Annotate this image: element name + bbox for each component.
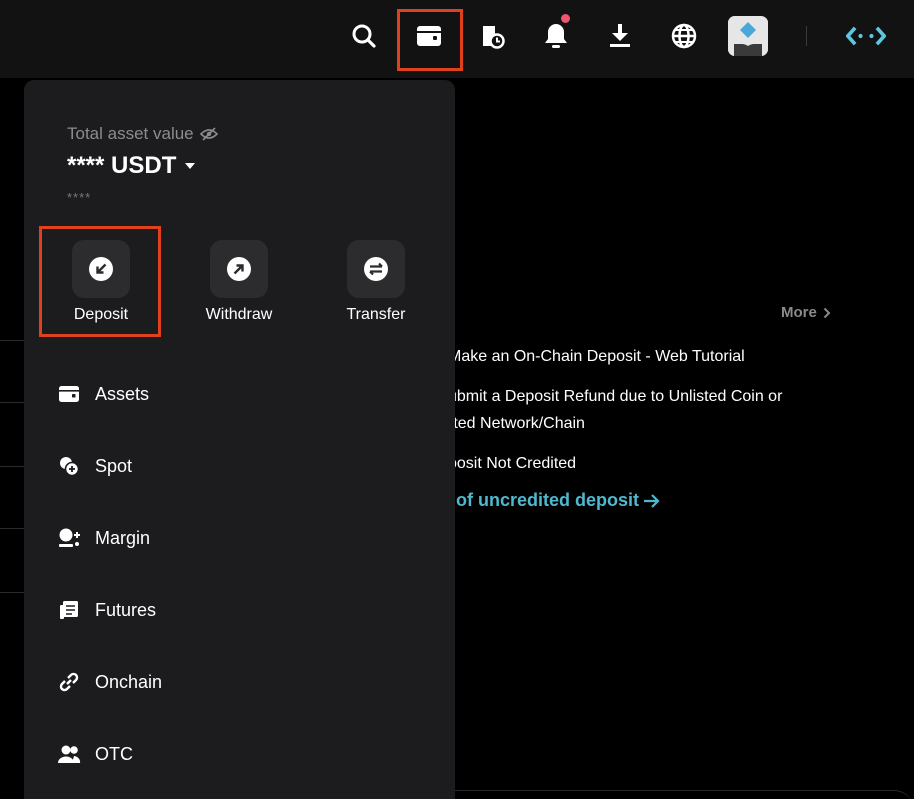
topbar-divider [806,26,807,46]
menu-label: Assets [95,383,150,404]
otc-icon [57,742,81,766]
futures-icon [57,598,81,622]
more-label: More [781,304,817,321]
menu-item-futures[interactable]: Futures [57,595,156,625]
deposit-label: Deposit [73,306,129,323]
menu-label: Onchain [95,671,163,692]
withdraw-label: Withdraw [205,306,273,323]
order-history-icon[interactable] [472,14,512,58]
asset-sub-value: **** [67,190,92,205]
total-asset-label-row: Total asset value [67,124,218,144]
margin-icon [57,526,81,550]
deposit-icon-button[interactable] [72,240,130,298]
transfer-icon-button[interactable] [347,240,405,298]
wallet-icon[interactable] [409,14,449,58]
more-link[interactable]: More [781,304,831,321]
chevron-right-icon [823,307,831,318]
transfer-button[interactable]: Transfer [316,240,436,324]
search-icon[interactable] [344,14,384,58]
bell-icon[interactable] [536,14,576,58]
menu-item-assets[interactable]: Assets [57,379,149,409]
wallet-icon [57,382,81,406]
eye-off-icon[interactable] [199,127,218,141]
uncredited-deposit-label: of uncredited deposit [456,490,640,510]
withdraw-icon [227,257,251,281]
faq-item[interactable]: rted Network/Chain [448,410,585,437]
top-navigation-bar [0,0,914,78]
avatar[interactable] [728,16,768,56]
transfer-icon [364,257,388,281]
withdraw-button[interactable]: Withdraw [179,240,299,324]
brand-logo-icon[interactable] [846,14,886,58]
menu-item-margin[interactable]: Margin [57,523,150,553]
total-asset-value-row[interactable]: **** USDT [67,152,196,180]
faq-item[interactable]: Make an On-Chain Deposit - Web Tutorial [448,343,745,370]
notification-dot [561,14,570,23]
background-card-edge [455,790,914,799]
wallet-dropdown-panel: Total asset value **** USDT **** Deposit… [24,80,455,799]
total-asset-label: Total asset value [67,124,194,143]
spot-icon [57,454,81,478]
menu-label: OTC [95,743,133,764]
menu-item-onchain[interactable]: Onchain [57,667,162,697]
uncredited-deposit-link[interactable]: of uncredited deposit [456,490,661,511]
menu-item-spot[interactable]: Spot [57,451,132,481]
menu-label: Spot [95,455,133,476]
arrow-right-icon [644,493,660,508]
onchain-icon [57,670,81,694]
deposit-icon [89,257,113,281]
transfer-label: Transfer [346,306,406,323]
menu-label: Futures [95,599,157,620]
deposit-button[interactable]: Deposit [41,240,161,324]
withdraw-icon-button[interactable] [210,240,268,298]
menu-label: Margin [95,527,151,548]
faq-item[interactable]: ubmit a Deposit Refund due to Unlisted C… [448,383,782,410]
globe-icon[interactable] [664,14,704,58]
total-asset-value: **** USDT [67,152,177,179]
menu-item-otc[interactable]: OTC [57,739,133,769]
faq-item[interactable]: posit Not Credited [448,450,576,477]
download-icon[interactable] [600,14,640,58]
caret-down-icon [185,163,196,169]
